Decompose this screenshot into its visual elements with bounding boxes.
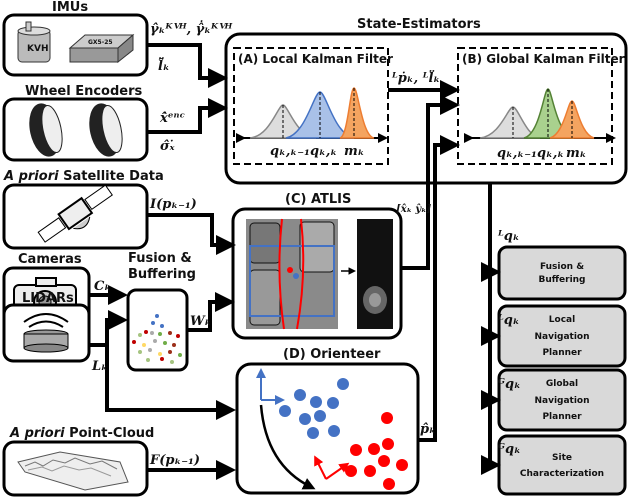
cameras-title: Cameras [18, 252, 82, 267]
fusion-title-line1: Fusion & [128, 251, 192, 266]
signal-atlis-out: [x̂ₖ ŷₖ] [396, 204, 431, 215]
local-kf-label-prior: qₖ,ₖ₋₁ [270, 144, 310, 159]
atlis-title: (C) ATLIS [285, 192, 351, 207]
svg-text:Navigation: Navigation [534, 396, 589, 406]
system-diagram: IMUs KVH GX5-25 Wheel Encoders A priori … [2, 0, 628, 497]
signal-out-local: ᴸqₖ [497, 313, 520, 328]
svg-text:Navigation: Navigation [534, 332, 589, 342]
signal-local-to-global: ᴸṗₖ, ᴸl̈ₖ [391, 70, 440, 86]
global-kf-label-posterior: qₖ,ₖ [537, 146, 564, 161]
local-kf-label-measurement: mₖ [344, 144, 365, 159]
imu-kvh-icon: KVH [17, 21, 51, 63]
svg-text:Buffering: Buffering [538, 275, 585, 285]
signal-lidars: Lₖ [91, 359, 108, 374]
local-kf-title: (A) Local Kalman Filter [238, 52, 393, 66]
global-kf-label-prior: qₖ,ₖ₋₁ [497, 146, 537, 161]
signal-cameras: Cₖ [94, 279, 111, 294]
signal-orienteer-out: p̂ₖ [420, 422, 436, 437]
svg-text:Planner: Planner [542, 348, 582, 358]
signal-fusion-out: Wₖ [190, 314, 211, 329]
point-cloud-title: A priori Point-Cloud [9, 426, 154, 441]
svg-text:Local: Local [549, 315, 575, 325]
signal-imu-gamma: γ̂ₖᴷⱽᴴ, γ̂̇ₖᴷⱽᴴ [150, 21, 233, 37]
svg-text:Global: Global [546, 379, 578, 389]
output-fusion-buffering: Fusion & Buffering [497, 245, 627, 301]
signal-imu-l: l̂̈ₖ [158, 58, 170, 74]
svg-text:Planner: Planner [542, 412, 582, 422]
svg-text:Characterization: Characterization [520, 469, 604, 479]
signal-out-fusion: ᴸqₖ [497, 229, 520, 244]
signal-out-global: ᴳqₖ [498, 377, 521, 392]
signal-point-cloud: F(pₖ₋₁) [149, 453, 200, 468]
local-kf-label-posterior: qₖ,ₖ [310, 144, 337, 159]
gx5-label: GX5-25 [88, 39, 113, 46]
fusion-box [126, 288, 189, 372]
wheel-encoders-title: Wheel Encoders [25, 84, 143, 99]
satellite-title: A priori Satellite Data [3, 169, 164, 184]
orienteer-title: (D) Orienteer [283, 347, 381, 362]
global-kf-title: (B) Global Kalman Filter [462, 52, 625, 66]
svg-text:Fusion &: Fusion & [540, 262, 584, 272]
signal-out-site: ᴳqₖ [498, 442, 521, 457]
signal-satellite: I(pₖ₋₁) [149, 197, 197, 212]
kvh-label: KVH [27, 44, 48, 54]
imus-title: IMUs [52, 0, 88, 15]
signal-enc-x: x̂̇ᵉⁿᶜ [159, 111, 185, 126]
fusion-title-line2: Buffering [128, 267, 196, 282]
svg-text:Site: Site [552, 453, 572, 463]
signal-enc-sigma: σ̂ₓ̇ [160, 139, 175, 154]
global-kf-label-measurement: mₖ [566, 146, 587, 161]
atlis-image [246, 218, 393, 330]
wheel-encoders-box [2, 97, 149, 162]
state-estimators-title: State-Estimators [357, 17, 481, 32]
